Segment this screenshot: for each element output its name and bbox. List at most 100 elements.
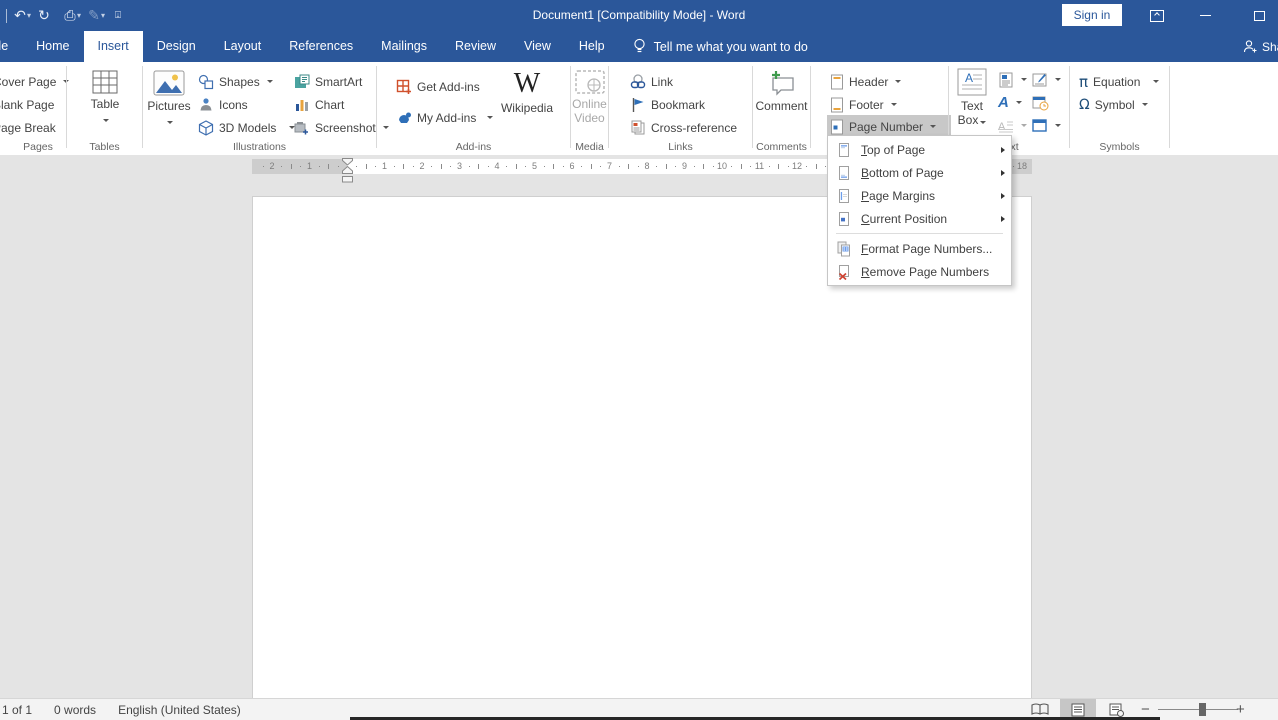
ruler-tick bbox=[656, 166, 657, 167]
ruler-tick bbox=[816, 164, 817, 169]
ruler-number: 18 bbox=[1017, 161, 1027, 171]
print-layout-icon bbox=[1071, 703, 1085, 717]
ruler-number: 2 bbox=[269, 161, 274, 171]
ruler-tick bbox=[394, 166, 395, 167]
signature-line-button[interactable] bbox=[1029, 68, 1064, 91]
menu-item-page-margins[interactable]: Page Margins bbox=[828, 184, 1011, 207]
cross-reference-button[interactable]: Cross-reference bbox=[627, 116, 740, 139]
pictures-icon bbox=[153, 70, 185, 96]
cross-reference-icon bbox=[630, 120, 646, 136]
icons-button[interactable]: Icons bbox=[195, 93, 251, 116]
bookmark-button[interactable]: Bookmark bbox=[627, 93, 708, 116]
equation-button[interactable]: π Equation bbox=[1076, 70, 1162, 93]
restore-button[interactable] bbox=[1246, 0, 1272, 31]
header-button[interactable]: Header bbox=[827, 70, 904, 93]
cover-page-button[interactable]: Cover Page bbox=[0, 70, 72, 93]
zoom-in-button[interactable]: + bbox=[1236, 699, 1245, 720]
tell-me-box[interactable]: Tell me what you want to do bbox=[633, 31, 808, 62]
tab-view[interactable]: View bbox=[510, 31, 565, 62]
get-addins-label: Get Add-ins bbox=[417, 80, 480, 94]
signature-line-icon bbox=[1032, 72, 1048, 88]
link-button[interactable]: Link bbox=[627, 70, 676, 93]
submenu-arrow-icon bbox=[1001, 216, 1005, 222]
ruler-tick bbox=[544, 166, 545, 167]
remove-page-numbers-icon bbox=[836, 264, 852, 280]
page-count[interactable]: 1 of 1 bbox=[2, 703, 32, 717]
tab-file[interactable]: File bbox=[0, 31, 22, 62]
header-caret-icon bbox=[895, 80, 901, 83]
menu-item-format-page-numbers[interactable]: Format Page Numbers... bbox=[828, 237, 1011, 260]
menu-item-current-position[interactable]: Current Position bbox=[828, 207, 1011, 230]
object-button[interactable] bbox=[1029, 114, 1064, 137]
ruler-number: 1 bbox=[307, 161, 312, 171]
group-comments: Comment Comments bbox=[753, 62, 810, 155]
comment-button[interactable]: Comment bbox=[755, 70, 808, 113]
text-box-label-line2: Box bbox=[958, 113, 979, 127]
equation-icon: π bbox=[1079, 73, 1088, 91]
tab-review[interactable]: Review bbox=[441, 31, 510, 62]
object-icon bbox=[1032, 119, 1048, 133]
indent-markers[interactable] bbox=[341, 158, 354, 183]
share-button[interactable]: Share bbox=[1243, 31, 1278, 62]
chart-button[interactable]: Chart bbox=[291, 93, 347, 116]
table-label: Table bbox=[91, 97, 120, 111]
top-of-page-icon bbox=[836, 142, 852, 158]
tab-design[interactable]: Design bbox=[143, 31, 210, 62]
tab-insert[interactable]: Insert bbox=[84, 31, 143, 62]
wikipedia-button[interactable]: W Wikipedia bbox=[495, 70, 559, 115]
my-addins-button[interactable]: My Add-ins bbox=[393, 106, 496, 129]
shapes-button[interactable]: Shapes bbox=[195, 70, 276, 93]
ruler-tick bbox=[291, 164, 292, 169]
minimize-button[interactable] bbox=[1192, 0, 1218, 31]
pictures-button[interactable]: Pictures bbox=[147, 70, 191, 127]
document-workspace: 12345678910111213141516171812 bbox=[0, 155, 1278, 698]
symbol-button[interactable]: Ω Symbol bbox=[1076, 93, 1151, 116]
footer-button[interactable]: Footer bbox=[827, 93, 900, 116]
minimize-icon bbox=[1200, 15, 1211, 16]
quick-parts-button[interactable] bbox=[995, 68, 1030, 91]
wordart-button[interactable]: A bbox=[995, 91, 1025, 114]
ribbon-display-options-button[interactable] bbox=[1144, 0, 1170, 31]
sign-in-button[interactable]: Sign in bbox=[1062, 4, 1122, 26]
menu-item-top-of-page[interactable]: Top of Page bbox=[828, 138, 1011, 161]
page-number-menu: Top of Page Bottom of Page Page Margins … bbox=[827, 135, 1012, 286]
menu-label: Top of Page bbox=[861, 143, 925, 157]
group-addins: Get Add-ins My Add-ins W Wikipedia Add-i… bbox=[377, 62, 570, 155]
tab-help[interactable]: Help bbox=[565, 31, 619, 62]
language[interactable]: English (United States) bbox=[118, 703, 241, 717]
ruler-tick bbox=[581, 166, 582, 167]
ruler-tick bbox=[413, 166, 414, 167]
menu-item-bottom-of-page[interactable]: Bottom of Page bbox=[828, 161, 1011, 184]
tab-mailings[interactable]: Mailings bbox=[367, 31, 441, 62]
text-box-button[interactable]: A Text Box bbox=[951, 68, 993, 127]
table-button[interactable]: Table bbox=[85, 70, 125, 125]
ruler-tick bbox=[750, 166, 751, 167]
tab-home[interactable]: Home bbox=[22, 31, 83, 62]
comment-icon bbox=[767, 70, 797, 96]
wordart-icon: A bbox=[998, 94, 1009, 111]
shapes-caret-icon bbox=[267, 80, 273, 83]
ruler-number: 11 bbox=[755, 161, 764, 171]
tab-layout[interactable]: Layout bbox=[210, 31, 276, 62]
smartart-button[interactable]: SmartArt bbox=[291, 70, 365, 93]
ruler-tick bbox=[731, 166, 732, 167]
ruler-tick bbox=[366, 164, 367, 169]
tab-references[interactable]: References bbox=[275, 31, 367, 62]
menu-item-remove-page-numbers[interactable]: Remove Page Numbers bbox=[828, 260, 1011, 283]
blank-page-button[interactable]: Blank Page bbox=[0, 93, 57, 116]
smartart-label: SmartArt bbox=[315, 75, 362, 89]
zoom-slider-handle[interactable] bbox=[1199, 703, 1206, 716]
page-number-icon bbox=[830, 119, 844, 135]
online-video-button: Online Video bbox=[571, 70, 608, 125]
ruler-number: 7 bbox=[607, 161, 612, 171]
ruler-tick bbox=[825, 166, 826, 167]
page-break-button[interactable]: Page Break bbox=[0, 116, 59, 139]
get-addins-button[interactable]: Get Add-ins bbox=[393, 75, 483, 98]
zoom-slider-track[interactable] bbox=[1158, 709, 1238, 710]
ruler-tick bbox=[713, 166, 714, 167]
ruler-tick bbox=[281, 166, 282, 167]
3d-models-button[interactable]: 3D Models bbox=[195, 116, 298, 139]
group-label-media: Media bbox=[571, 141, 608, 153]
word-count[interactable]: 0 words bbox=[54, 703, 96, 717]
date-time-button[interactable] bbox=[1029, 91, 1052, 114]
